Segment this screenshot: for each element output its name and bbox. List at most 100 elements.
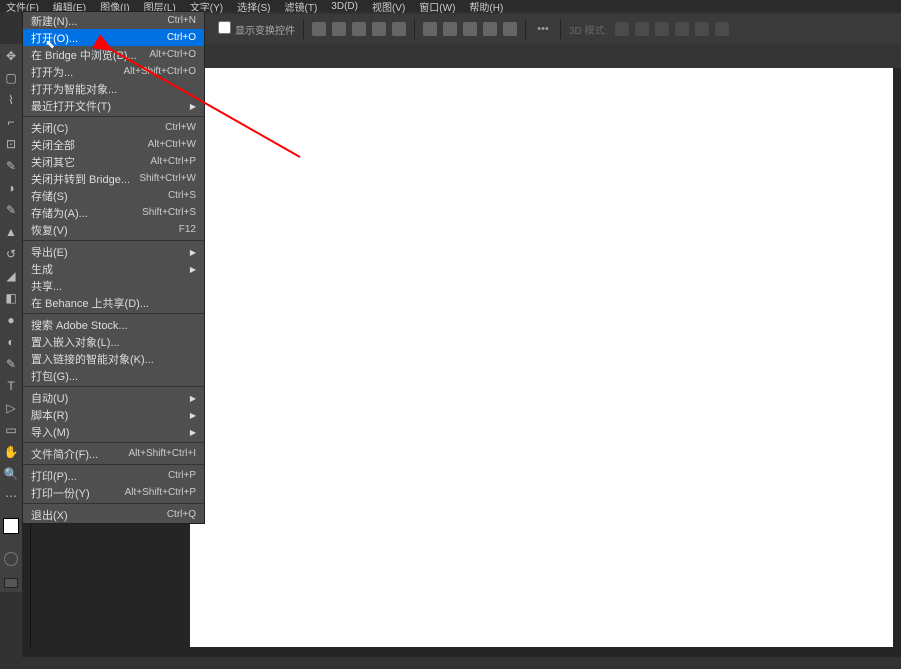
menu-item-label: 置入链接的智能对象(K)...	[31, 351, 154, 367]
distribute-icon[interactable]	[463, 22, 477, 36]
menu-item-label: 关闭全部	[31, 137, 75, 153]
hand-tool-icon[interactable]: ✋	[3, 444, 19, 460]
menu-item-label: 打印一份(Y)	[31, 485, 90, 501]
align-icon[interactable]	[392, 22, 406, 36]
file-dropdown-menu: 新建(N)... Ctrl+N 打开(O)... Ctrl+O 在 Bridge 中浏览…	[22, 11, 205, 524]
menu-item[interactable]: 导入(M)	[23, 423, 204, 440]
menu-item[interactable]: 文件简介(F)...Alt+Shift+Ctrl+I	[23, 445, 204, 462]
separator	[560, 19, 561, 39]
gradient-tool-icon[interactable]: ◧	[3, 290, 19, 306]
menu-filter[interactable]: 滤镜(T)	[285, 0, 318, 14]
path-select-icon[interactable]: ▷	[3, 400, 19, 416]
distribute-icon[interactable]	[423, 22, 437, 36]
menu-divider	[23, 464, 204, 465]
menu-item[interactable]: 脚本(R)	[23, 406, 204, 423]
menu-divider	[23, 116, 204, 117]
menu-item-shortcut: Ctrl+Q	[167, 509, 196, 520]
lasso-tool-icon[interactable]: ⌇	[3, 92, 19, 108]
menu-item[interactable]: 共享...	[23, 277, 204, 294]
mode-icon[interactable]	[635, 22, 649, 36]
menu-view[interactable]: 视图(V)	[372, 0, 405, 14]
menu-item[interactable]: 退出(X)Ctrl+Q	[23, 506, 204, 523]
pen-tool-icon[interactable]: ✎	[3, 356, 19, 372]
menu-item[interactable]: 置入链接的智能对象(K)...	[23, 350, 204, 367]
menu-3d[interactable]: 3D(D)	[331, 1, 358, 12]
menu-item[interactable]: 在 Behance 上共享(D)...	[23, 294, 204, 311]
show-transform-controls-checkbox[interactable]: 显示变换控件	[218, 21, 295, 37]
menu-item[interactable]: 搜索 Adobe Stock...	[23, 316, 204, 333]
tools-panel: ✥ ▢ ⌇ ⌐ ⊡ ✎ ◑ ✎ ▲ ↺ ◢ ◧ ● ◐ ✎ T ▷ ▭ ✋ 🔍 …	[0, 44, 22, 592]
zoom-tool-icon[interactable]: 🔍	[3, 466, 19, 482]
menu-item[interactable]: 打开(O)... Ctrl+O	[23, 29, 204, 46]
menu-item-shortcut: Ctrl+O	[167, 32, 196, 43]
menu-item[interactable]: 存储为(A)...Shift+Ctrl+S	[23, 204, 204, 221]
mode-icon[interactable]	[695, 22, 709, 36]
eraser-tool-icon[interactable]: ◢	[3, 268, 19, 284]
frame-tool-icon[interactable]: ⊡	[3, 136, 19, 152]
distribute-icon[interactable]	[483, 22, 497, 36]
mode-icon[interactable]	[715, 22, 729, 36]
marquee-tool-icon[interactable]: ▢	[3, 70, 19, 86]
menu-item-shortcut: F12	[179, 224, 196, 235]
menu-item[interactable]: 打印一份(Y)Alt+Shift+Ctrl+P	[23, 484, 204, 501]
menu-item[interactable]: 在 Bridge 中浏览(B)...Alt+Ctrl+O	[23, 46, 204, 63]
menu-item[interactable]: 存储(S)Ctrl+S	[23, 187, 204, 204]
menu-window[interactable]: 窗口(W)	[419, 0, 455, 14]
separator	[414, 19, 415, 39]
menu-item[interactable]: 生成	[23, 260, 204, 277]
menu-item[interactable]: 最近打开文件(T)	[23, 97, 204, 114]
move-tool-icon[interactable]: ✥	[3, 48, 19, 64]
menu-item-label: 生成	[31, 261, 53, 277]
submenu-arrow-icon	[186, 426, 196, 438]
align-icon[interactable]	[372, 22, 386, 36]
edit-toolbar-icon[interactable]: ⋯	[3, 488, 19, 504]
menu-item[interactable]: 关闭全部Alt+Ctrl+W	[23, 136, 204, 153]
menu-item-label: 置入嵌入对象(L)...	[31, 334, 120, 350]
menu-divider	[23, 442, 204, 443]
menu-item[interactable]: 新建(N)... Ctrl+N	[23, 12, 204, 29]
menu-item[interactable]: 打包(G)...	[23, 367, 204, 384]
patch-tool-icon[interactable]: ◑	[3, 180, 19, 196]
align-icon[interactable]	[352, 22, 366, 36]
menu-item-shortcut: Shift+Ctrl+S	[142, 207, 196, 218]
mode-icon[interactable]	[615, 22, 629, 36]
menu-item[interactable]: 关闭(C)Ctrl+W	[23, 119, 204, 136]
menu-item[interactable]: 打印(P)...Ctrl+P	[23, 467, 204, 484]
crop-tool-icon[interactable]: ⌐	[3, 114, 19, 130]
distribute-icon[interactable]	[443, 22, 457, 36]
more-icon[interactable]: •••	[534, 20, 552, 38]
brush-tool-icon[interactable]: ✎	[3, 202, 19, 218]
submenu-arrow-icon	[186, 263, 196, 275]
stamp-tool-icon[interactable]: ▲	[3, 224, 19, 240]
mode-icon[interactable]	[655, 22, 669, 36]
menu-item-label: 脚本(R)	[31, 407, 68, 423]
align-icon[interactable]	[332, 22, 346, 36]
menu-select[interactable]: 选择(S)	[237, 0, 270, 14]
menu-divider	[23, 386, 204, 387]
color-swatch[interactable]	[3, 518, 19, 534]
screen-mode-icon[interactable]	[4, 578, 18, 588]
mode-icon[interactable]	[675, 22, 689, 36]
menu-item[interactable]: 置入嵌入对象(L)...	[23, 333, 204, 350]
menu-item-label: 新建(N)...	[31, 13, 77, 29]
menu-item[interactable]: 关闭其它Alt+Ctrl+P	[23, 153, 204, 170]
menu-item[interactable]: 打开为...Alt+Shift+Ctrl+O	[23, 63, 204, 80]
blur-tool-icon[interactable]: ●	[3, 312, 19, 328]
type-tool-icon[interactable]: T	[3, 378, 19, 394]
dodge-tool-icon[interactable]: ◐	[3, 334, 19, 350]
quick-mask-icon[interactable]	[4, 552, 18, 566]
menu-item[interactable]: 打开为智能对象...	[23, 80, 204, 97]
distribute-icon[interactable]	[503, 22, 517, 36]
history-brush-icon[interactable]: ↺	[3, 246, 19, 262]
menu-item[interactable]: 关闭并转到 Bridge...Shift+Ctrl+W	[23, 170, 204, 187]
menu-help[interactable]: 帮助(H)	[469, 0, 503, 14]
shape-tool-icon[interactable]: ▭	[3, 422, 19, 438]
eyedropper-tool-icon[interactable]: ✎	[3, 158, 19, 174]
menu-item[interactable]: 导出(E)	[23, 243, 204, 260]
menu-item[interactable]: 自动(U)	[23, 389, 204, 406]
align-icon[interactable]	[312, 22, 326, 36]
menu-item[interactable]: 恢复(V)F12	[23, 221, 204, 238]
menu-item-label: 打开(O)...	[31, 30, 78, 46]
canvas[interactable]	[190, 68, 893, 647]
menu-item-shortcut: Ctrl+N	[167, 15, 196, 26]
